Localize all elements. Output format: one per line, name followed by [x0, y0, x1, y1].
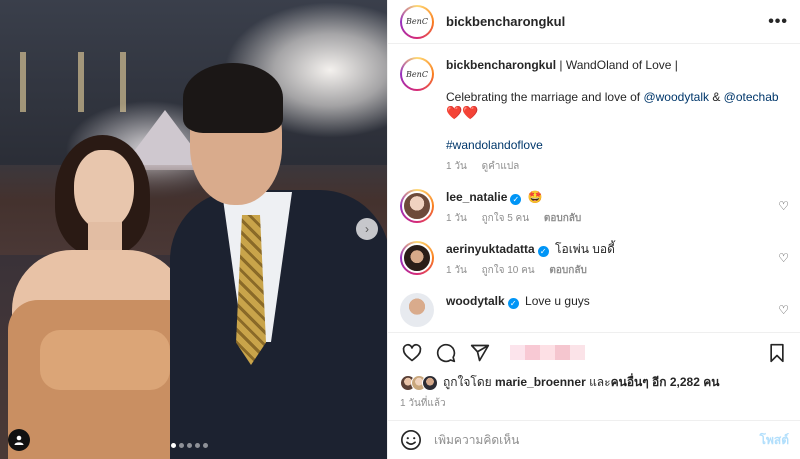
likes-middle: และ	[585, 375, 611, 389]
user-tag-icon	[14, 435, 24, 445]
liker-avatar	[422, 374, 438, 391]
comment-like-heart-icon[interactable]: ♡	[778, 199, 789, 213]
add-comment-bar: โพสต์	[388, 420, 800, 459]
caption-amp: &	[709, 90, 724, 104]
verified-badge-icon: ✓	[510, 194, 522, 205]
comment-body: aerinyuktadatta ✓ โอเพ่น บอดี้ 1 วัน ถูกใ…	[446, 241, 615, 279]
comment-time: 1 วัน	[446, 265, 467, 276]
share-icon	[470, 344, 490, 361]
user-tag-button[interactable]	[8, 429, 30, 451]
translate-link[interactable]: ดูคำแปล	[482, 161, 520, 172]
stage-light	[120, 52, 126, 112]
likes-others[interactable]: คนอื่นๆ อีก 2,282 คน	[611, 375, 720, 389]
verified-badge-icon: ✓	[537, 246, 549, 257]
comment-username[interactable]: lee_natalie	[446, 190, 507, 204]
carousel-next-button[interactable]: ›	[356, 218, 378, 240]
avatar[interactable]	[400, 241, 434, 275]
verified-badge-icon: ✓	[507, 298, 519, 309]
mention-link[interactable]: @woodytalk	[643, 90, 709, 104]
emoji-icon[interactable]	[400, 429, 422, 451]
stage-light	[20, 52, 26, 112]
caption-time: 1 วัน	[446, 161, 467, 172]
action-bar	[388, 332, 800, 372]
carousel-dots	[171, 443, 208, 448]
comment-meta: 1 วัน ถูกใจ 5 คน ตอบกลับ	[446, 211, 593, 227]
comment-text: Love u guys	[525, 294, 590, 308]
posted-time[interactable]: 1 วันที่แล้ว	[400, 396, 446, 411]
post-details-panel: BenC bickbencharongkul ••• BenC bickbenc…	[387, 0, 800, 459]
comment-text: 🤩	[527, 190, 543, 204]
comments-section[interactable]: BenC bickbencharongkul | WandOland of Lo…	[388, 45, 800, 330]
post-header: BenC bickbencharongkul •••	[388, 0, 800, 44]
post-username[interactable]: bickbencharongkul	[446, 14, 565, 29]
avatar-logo: BenC	[402, 59, 432, 89]
comment-button[interactable]	[434, 341, 458, 365]
carousel-dot	[171, 443, 176, 448]
comment-meta: 1 วัน ถูกใจ 10 คน ตอบกลับ	[446, 263, 615, 279]
likes-prefix: ถูกใจโดย	[443, 375, 496, 389]
carousel-dot	[187, 443, 192, 448]
carousel-dot	[195, 443, 200, 448]
caption-username[interactable]: bickbencharongkul	[446, 58, 556, 72]
avatar[interactable]: BenC	[400, 4, 434, 39]
caption-meta: 1 วัน ดูคำแปล	[446, 159, 779, 175]
bookmark-icon	[770, 343, 784, 362]
comment-likes[interactable]: ถูกใจ 5 คน	[482, 213, 530, 224]
avatar[interactable]	[400, 189, 434, 223]
carousel-dot	[179, 443, 184, 448]
heart-icon	[402, 343, 422, 361]
avatar-photo	[402, 243, 432, 273]
like-button[interactable]	[400, 341, 424, 365]
likes-text: ถูกใจโดย marie_broenner และคนอื่นๆ อีก 2…	[443, 373, 719, 392]
mention-link[interactable]: @otechab	[724, 90, 779, 104]
carousel-dot	[203, 443, 208, 448]
share-button[interactable]	[468, 341, 492, 365]
caption-text: Celebrating the marriage and love of	[446, 90, 644, 104]
stage-light	[78, 52, 84, 112]
comment-like-heart-icon[interactable]: ♡	[778, 303, 789, 317]
caption-title: | WandOland of Love |	[559, 58, 678, 72]
save-button[interactable]	[765, 341, 789, 365]
comment-username[interactable]: woodytalk	[446, 294, 505, 308]
heart-emojis: ❤️❤️	[446, 105, 479, 120]
woman-face	[74, 150, 134, 230]
caption: BenC bickbencharongkul | WandOland of Lo…	[388, 45, 800, 175]
comment-icon	[436, 343, 456, 362]
hashtag-link[interactable]: #wandolandoflove	[446, 138, 543, 152]
comment-time: 1 วัน	[446, 213, 467, 224]
reply-button[interactable]: ตอบกลับ	[549, 265, 586, 276]
avatar-logo: BenC	[402, 6, 432, 37]
likes-summary[interactable]: ถูกใจโดย marie_broenner และคนอื่นๆ อีก 2…	[400, 373, 719, 392]
chevron-right-icon: ›	[365, 222, 369, 236]
comment-item: woodytalk ✓ Love u guys ♡	[388, 293, 800, 327]
caption-body: bickbencharongkul | WandOland of Love | …	[446, 57, 779, 175]
avatar-photo	[402, 191, 432, 221]
more-icon[interactable]: •••	[768, 13, 788, 31]
comment-item: aerinyuktadatta ✓ โอเพ่น บอดี้ 1 วัน ถูกใ…	[388, 241, 800, 279]
comment-item: lee_natalie ✓ 🤩 1 วัน ถูกใจ 5 คน ตอบกลับ …	[388, 189, 800, 227]
avatar[interactable]: BenC	[400, 57, 434, 91]
man-hair	[183, 63, 283, 133]
blurred-area	[510, 345, 585, 360]
comment-username[interactable]: aerinyuktadatta	[446, 242, 535, 256]
comment-likes[interactable]: ถูกใจ 10 คน	[482, 265, 535, 276]
comment-body: lee_natalie ✓ 🤩 1 วัน ถูกใจ 5 คน ตอบกลับ	[446, 189, 593, 227]
reply-button[interactable]: ตอบกลับ	[544, 213, 581, 224]
post-photo[interactable]: ›	[0, 0, 387, 459]
avatar[interactable]	[400, 293, 434, 327]
comment-body: woodytalk ✓ Love u guys	[446, 293, 590, 309]
post-comment-button[interactable]: โพสต์	[760, 431, 789, 450]
liker-username[interactable]: marie_broenner	[495, 375, 586, 389]
comment-like-heart-icon[interactable]: ♡	[778, 251, 789, 265]
comment-input[interactable]	[434, 433, 760, 447]
woman-dress-fold	[40, 330, 170, 390]
comment-text: โอเพ่น บอดี้	[555, 242, 615, 256]
